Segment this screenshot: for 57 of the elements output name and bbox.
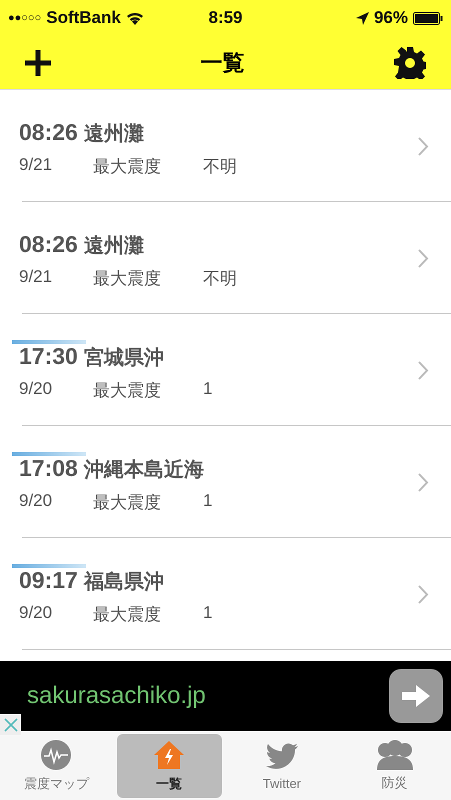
- intensity-label: 最大震度: [93, 604, 162, 626]
- quake-time: 08:26: [19, 118, 78, 146]
- quake-row[interactable]: 17:30 宮城県沖 9/20 最大震度 1: [12, 314, 451, 426]
- quake-date: 9/20: [19, 490, 54, 512]
- arrow-icon: [402, 685, 430, 707]
- close-icon: [4, 718, 18, 732]
- quake-region: 沖縄本島近海: [84, 458, 204, 482]
- quake-row[interactable]: 09:17 福島県沖 9/20 最大震度 1: [12, 538, 451, 650]
- people-icon: [374, 740, 415, 770]
- house-icon: [153, 739, 186, 771]
- battery-icon: [413, 12, 443, 24]
- tab-item[interactable]: 防災: [342, 734, 447, 798]
- ad-text: sakurasachiko.jp: [27, 682, 206, 710]
- intensity-value: 不明: [203, 268, 237, 290]
- battery-percent: 96%: [374, 8, 408, 28]
- intensity-value: 1: [203, 602, 212, 624]
- chevron-icon: [418, 248, 429, 268]
- ad-go-button[interactable]: [389, 669, 443, 723]
- quake-row[interactable]: 08:26 遠州灘 9/21 最大震度 不明: [12, 90, 451, 202]
- tab-item[interactable]: Twitter: [230, 734, 334, 798]
- quake-date: 9/20: [19, 602, 54, 624]
- quake-date: 9/21: [19, 266, 54, 288]
- clock-time: 8:59: [208, 8, 243, 28]
- intensity-label: 最大震度: [93, 492, 162, 514]
- quake-region: 遠州灘: [84, 122, 144, 146]
- quake-row[interactable]: 17:08 沖縄本島近海 9/20 最大震度 1: [12, 426, 451, 538]
- seismograph-icon: [40, 739, 72, 771]
- intensity-value: 1: [203, 490, 212, 512]
- settings-icon[interactable]: [394, 46, 426, 78]
- quake-date: 9/21: [19, 154, 54, 176]
- quake-time: 08:26: [19, 230, 78, 258]
- signal-indicator: ●●○○○: [8, 12, 42, 24]
- quake-region: 遠州灘: [84, 234, 144, 258]
- chevron-icon: [418, 472, 429, 492]
- chevron-icon: [418, 360, 429, 380]
- wifi-icon: [126, 11, 144, 25]
- bird-icon: [264, 742, 299, 772]
- screen-title: 一覧: [200, 48, 244, 76]
- intensity-value: 1: [203, 378, 212, 400]
- quake-region: 福島県沖: [84, 570, 164, 594]
- quake-row[interactable]: 08:26 遠州灘 9/21 最大震度 不明: [12, 202, 451, 314]
- tab-item[interactable]: 震度マップ: [4, 734, 109, 798]
- quake-time: 17:30: [19, 342, 78, 370]
- intensity-label: 最大震度: [93, 380, 162, 402]
- tab-item[interactable]: 一覧: [116, 734, 222, 798]
- quake-time: 09:17: [19, 566, 78, 594]
- location-arrow-icon: [356, 12, 369, 24]
- intensity-label: 最大震度: [93, 268, 162, 290]
- carrier-name: SoftBank: [46, 8, 121, 28]
- intensity-label: 最大震度: [93, 156, 162, 178]
- intensity-value: 不明: [203, 156, 237, 178]
- quake-time: 17:08: [19, 454, 78, 482]
- add-icon[interactable]: [25, 50, 51, 76]
- chevron-icon: [418, 584, 429, 604]
- chevron-icon: [418, 136, 429, 156]
- quake-region: 宮城県沖: [84, 346, 164, 370]
- quake-date: 9/20: [19, 378, 54, 400]
